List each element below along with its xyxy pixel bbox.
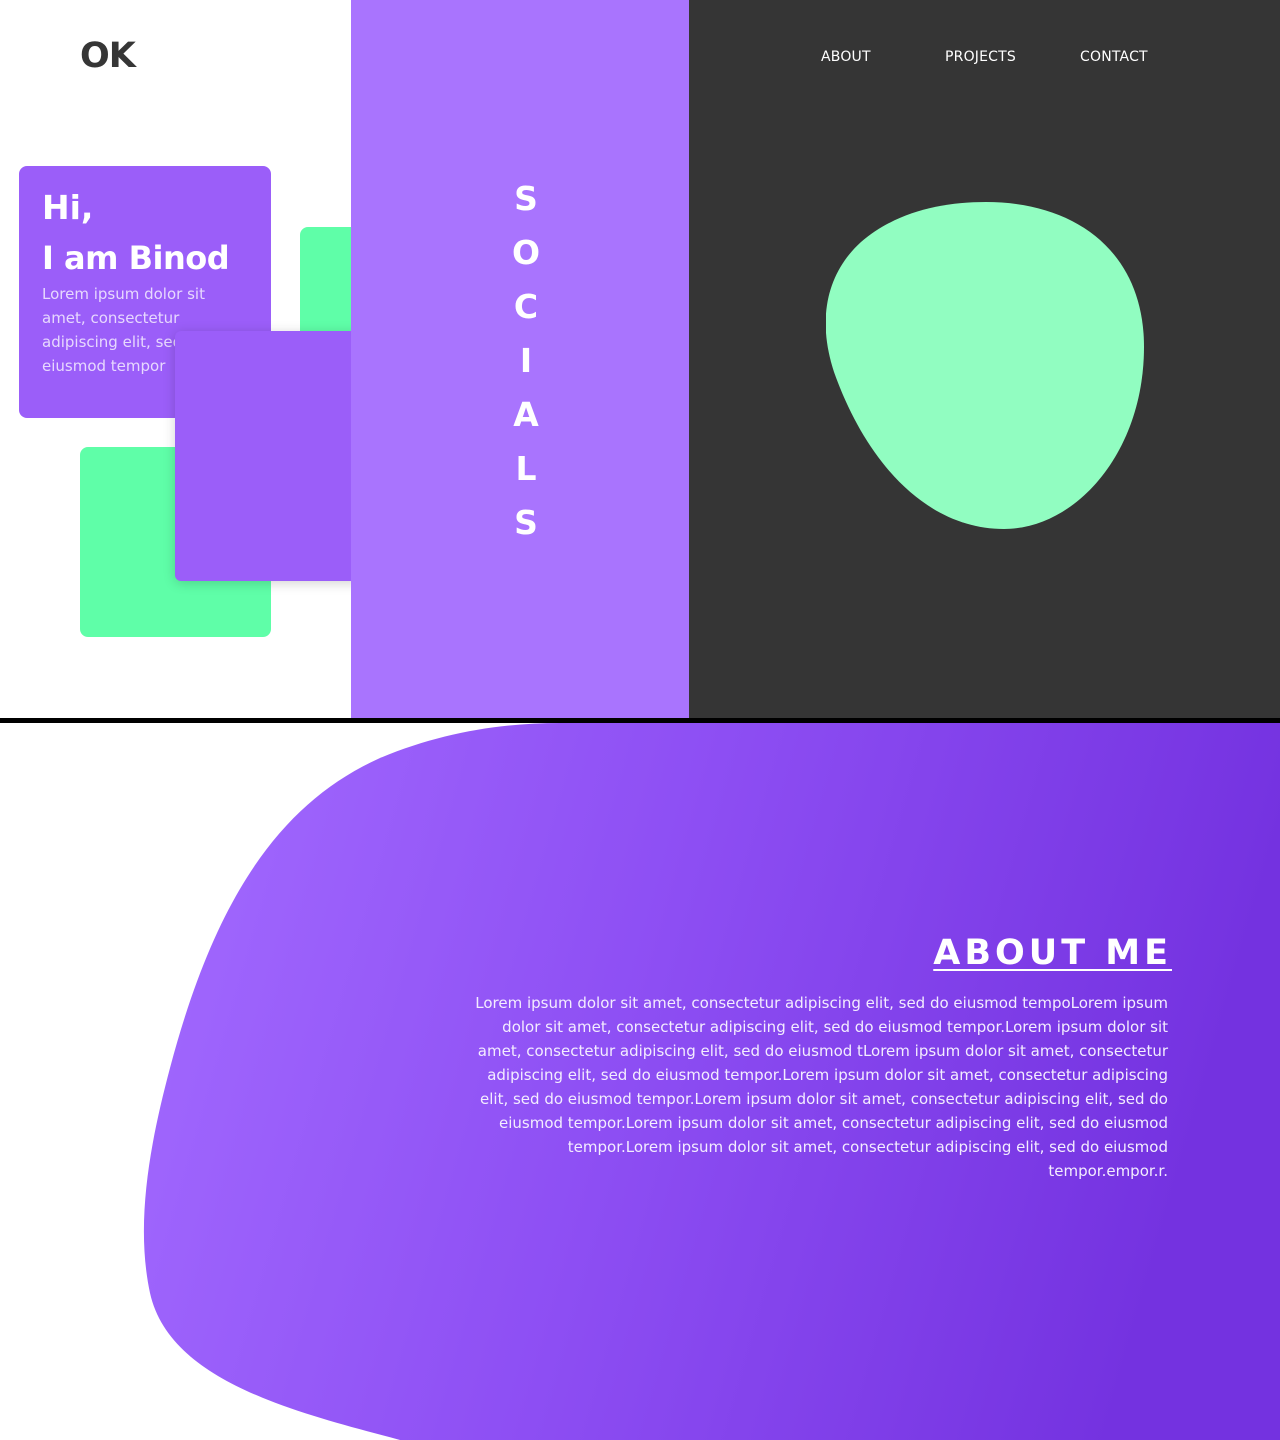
hero-blob-shape [826,202,1144,529]
decor-purple-square [175,331,351,581]
socials-letter: S [514,503,538,542]
socials-letter: I [519,341,533,380]
socials-letter: L [515,449,537,488]
nav-projects-link[interactable]: PROJECTS [945,49,1016,65]
hero-section: OK Hi, I am Binod Lorem ipsum dolor sit … [0,0,1280,718]
socials-letter: S [514,179,538,218]
intro-greeting: Hi, [42,188,94,227]
intro-column: OK Hi, I am Binod Lorem ipsum dolor sit … [0,0,351,718]
socials-letter: C [513,287,539,326]
about-section: ABOUT ME Lorem ipsum dolor sit amet, con… [0,723,1280,1440]
socials-letter: O [511,233,541,272]
about-title: ABOUT ME [933,933,1172,973]
nav-contact-link[interactable]: CONTACT [1080,49,1148,65]
about-content: ABOUT ME Lorem ipsum dolor sit amet, con… [448,933,1168,1183]
hero-visual-panel: ABOUT PROJECTS CONTACT [689,0,1280,718]
socials-vertical-label[interactable]: S O C I A L S [351,172,701,550]
about-text: Lorem ipsum dolor sit amet, consectetur … [475,994,1168,1180]
hero-blob-path [826,202,1144,529]
socials-letter: A [513,395,539,434]
intro-name: I am Binod [42,239,230,277]
nav-about-link[interactable]: ABOUT [821,49,871,65]
socials-column: S O C I A L S [351,0,689,718]
site-logo[interactable]: OK [80,36,136,76]
